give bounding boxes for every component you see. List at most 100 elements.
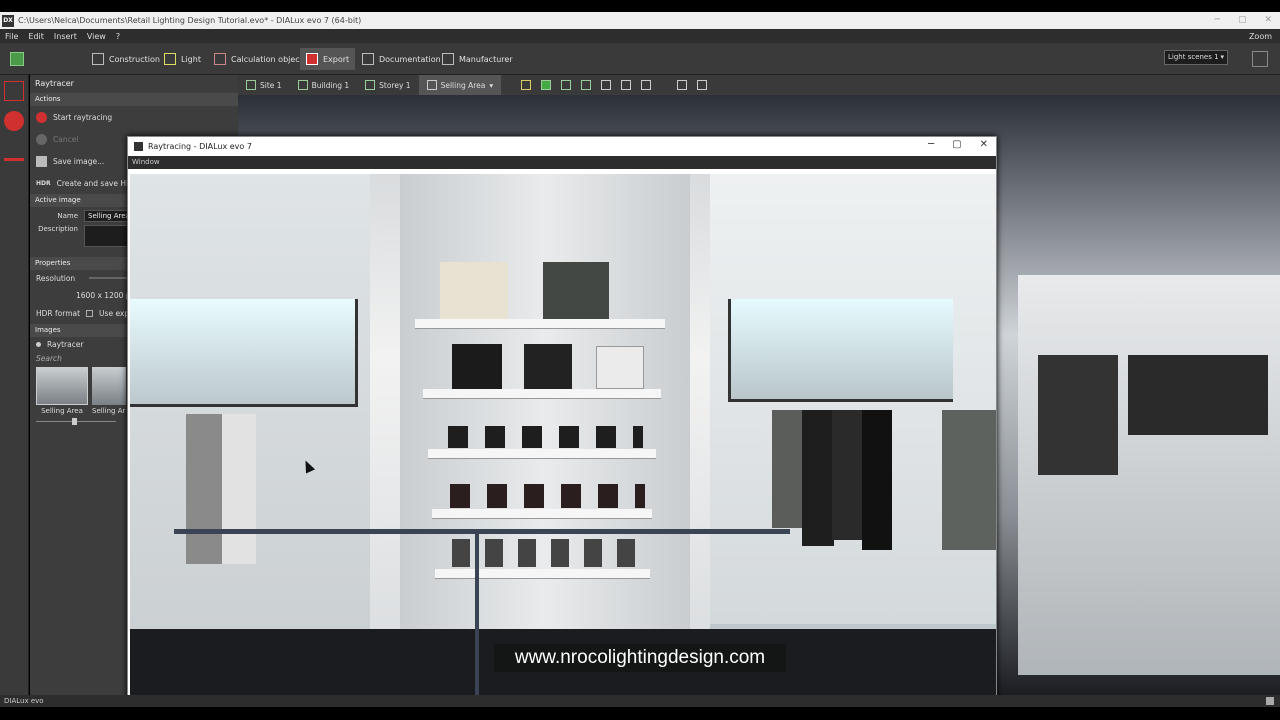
render-tool-icon[interactable] bbox=[4, 111, 24, 131]
breadcrumb-label: Selling Area bbox=[440, 80, 486, 90]
minimize-icon[interactable]: ─ bbox=[928, 139, 934, 150]
menu-edit[interactable]: Edit bbox=[23, 32, 49, 41]
resolution-label: Resolution bbox=[36, 273, 76, 283]
light-icon bbox=[164, 53, 176, 65]
handbag bbox=[440, 262, 508, 319]
raytracer-radio-label: Raytracer bbox=[47, 339, 84, 349]
handbag bbox=[524, 344, 572, 389]
building-icon bbox=[297, 80, 308, 90]
view-tool-icon[interactable] bbox=[581, 80, 592, 90]
zoom-label[interactable]: Zoom bbox=[1249, 32, 1272, 41]
resolution-slider[interactable] bbox=[89, 277, 130, 279]
window-menu[interactable]: Window bbox=[128, 156, 996, 169]
raytracing-title: Raytracing - DIALux evo 7 bbox=[148, 142, 252, 151]
title-bar: DX C:\Users\Nelca\Documents\Retail Light… bbox=[0, 12, 1280, 29]
mode-label: Light bbox=[181, 54, 201, 64]
clothing-rack bbox=[1038, 355, 1118, 475]
mode-construction[interactable]: Construction bbox=[86, 48, 166, 70]
action-label: Save image... bbox=[53, 156, 105, 166]
mode-label: Calculation objects bbox=[231, 54, 307, 64]
mode-manufacturer[interactable]: Manufacturer bbox=[436, 48, 519, 70]
garment bbox=[802, 410, 834, 546]
light-scenes-dropdown[interactable]: Light scenes 1 ▾ bbox=[1164, 50, 1228, 65]
breadcrumb-label: Storey 1 bbox=[379, 80, 411, 90]
store-wall-right bbox=[1018, 275, 1280, 675]
thumbnail-item[interactable]: Selling Area bbox=[36, 367, 88, 415]
pen-tool-icon[interactable] bbox=[4, 141, 24, 161]
mode-label: Export bbox=[323, 54, 350, 64]
menu-insert[interactable]: Insert bbox=[49, 32, 82, 41]
minimize-icon[interactable]: ─ bbox=[1215, 12, 1220, 29]
mode-toolbar: Construction Light Calculation objects E… bbox=[0, 43, 1280, 75]
fullscreen-icon[interactable] bbox=[1252, 51, 1268, 67]
shoe-row bbox=[452, 539, 642, 567]
slider-handle[interactable] bbox=[72, 418, 77, 425]
save-icon[interactable] bbox=[10, 52, 24, 66]
menu-view[interactable]: View bbox=[82, 32, 111, 41]
actions-header: Actions bbox=[30, 93, 238, 106]
maximize-icon[interactable]: ▢ bbox=[1238, 12, 1247, 29]
menu-file[interactable]: File bbox=[0, 32, 23, 41]
mode-calculation-objects[interactable]: Calculation objects bbox=[208, 48, 313, 70]
menu-help[interactable]: ? bbox=[111, 32, 125, 41]
room-icon bbox=[426, 80, 437, 90]
thumbnail-label: Selling Ar bbox=[92, 407, 126, 415]
view-tool-icon[interactable] bbox=[541, 80, 552, 90]
cancel-icon bbox=[36, 133, 47, 145]
breadcrumb-label: Site 1 bbox=[260, 80, 282, 90]
breadcrumb-building[interactable]: Building 1 bbox=[290, 75, 358, 95]
thumbnail-item[interactable]: Selling Ar bbox=[92, 367, 126, 415]
view-tool-icon[interactable] bbox=[621, 80, 632, 90]
garment bbox=[772, 410, 806, 528]
storey-icon bbox=[365, 80, 376, 90]
mode-documentation[interactable]: Documentation bbox=[356, 48, 447, 70]
mode-label: Construction bbox=[109, 54, 160, 64]
resize-grip-icon[interactable] bbox=[1266, 697, 1274, 705]
view-tool-icon[interactable] bbox=[521, 80, 532, 90]
raytracer-tool-icon[interactable] bbox=[4, 81, 24, 101]
handbag bbox=[543, 262, 609, 319]
view-tool-icon[interactable] bbox=[561, 80, 572, 90]
left-light-panel bbox=[130, 299, 358, 407]
garment bbox=[222, 414, 256, 564]
window-title: C:\Users\Nelca\Documents\Retail Lighting… bbox=[18, 16, 362, 25]
start-raytracing-button[interactable]: Start raytracing bbox=[30, 106, 238, 128]
hdr-checkbox[interactable] bbox=[86, 309, 94, 317]
close-icon[interactable]: ✕ bbox=[1264, 12, 1272, 29]
maximize-icon[interactable]: ▢ bbox=[952, 139, 961, 150]
view-tool-icon[interactable] bbox=[601, 80, 612, 90]
right-light-panel bbox=[728, 299, 953, 402]
chevron-down-icon: ▾ bbox=[489, 80, 494, 90]
mode-export[interactable]: Export bbox=[300, 48, 356, 70]
breadcrumb-site[interactable]: Site 1 bbox=[238, 75, 290, 95]
mode-label: Manufacturer bbox=[459, 54, 513, 64]
app-icon: DX bbox=[2, 14, 14, 27]
watermark-text: www.nrocolightingdesign.com bbox=[494, 644, 786, 672]
action-label: Start raytracing bbox=[53, 112, 113, 122]
measure-icon[interactable] bbox=[697, 80, 708, 90]
raytracer-radio[interactable] bbox=[36, 341, 41, 347]
site-icon bbox=[246, 80, 256, 90]
handbag bbox=[452, 344, 502, 389]
breadcrumb-storey[interactable]: Storey 1 bbox=[357, 75, 418, 95]
manufacturer-icon bbox=[442, 53, 454, 65]
view-tool-icon[interactable] bbox=[641, 80, 652, 90]
menu-bar: File Edit Insert View ? Zoom bbox=[0, 29, 1280, 43]
mode-label: Documentation bbox=[379, 54, 441, 64]
description-label: Description bbox=[38, 225, 78, 233]
view-toolbar: Site 1 Building 1 Storey 1 Selling Area ▾ bbox=[238, 75, 1280, 95]
save-icon bbox=[36, 155, 47, 167]
breadcrumb-room[interactable]: Selling Area ▾ bbox=[418, 75, 502, 95]
garment bbox=[942, 410, 996, 550]
garment bbox=[862, 410, 892, 550]
fit-view-icon[interactable] bbox=[677, 80, 688, 90]
chevron-down-icon: ▾ bbox=[1220, 53, 1224, 61]
close-icon[interactable]: ✕ bbox=[980, 139, 988, 150]
raytracing-window: Raytracing - DIALux evo 7 ─ ▢ ✕ Window bbox=[127, 136, 997, 706]
shelf bbox=[423, 389, 661, 399]
thumbnail-image bbox=[92, 367, 126, 405]
mode-light[interactable]: Light bbox=[158, 48, 207, 70]
shelf bbox=[432, 509, 652, 519]
thumbnail-size-slider[interactable] bbox=[36, 418, 116, 425]
raytracing-titlebar: Raytracing - DIALux evo 7 bbox=[128, 137, 996, 156]
